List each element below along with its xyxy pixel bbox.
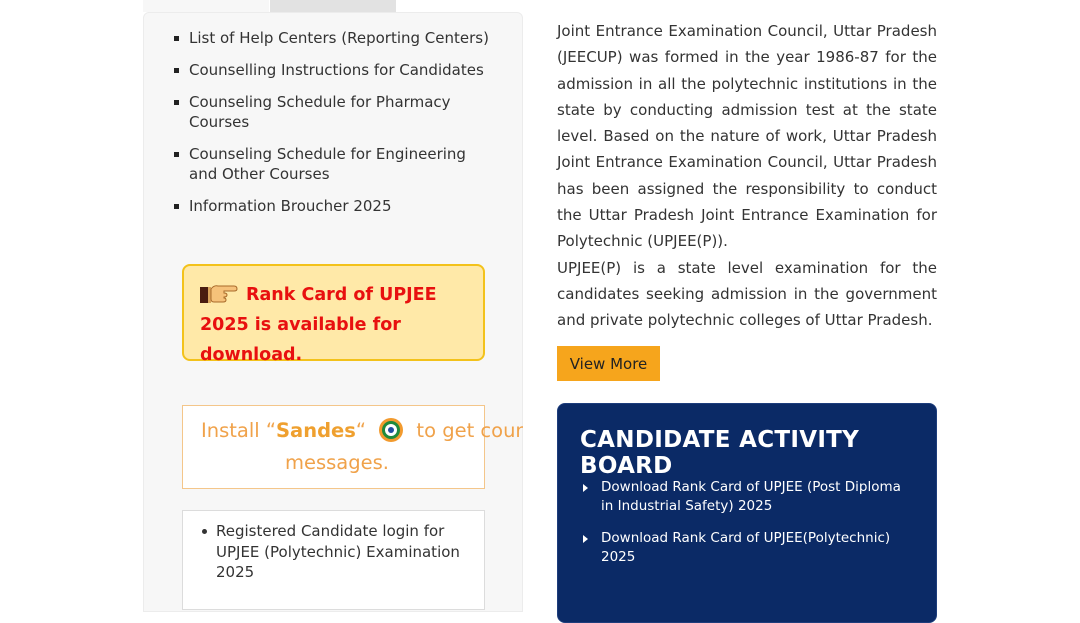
board-list: Download Rank Card of UPJEE (Post Diplom… bbox=[580, 478, 910, 580]
tab-left[interactable] bbox=[143, 0, 269, 12]
sandes-promo-clip: Install “Sandes“ to get counselli messag… bbox=[182, 400, 523, 500]
triangle-bullet-icon bbox=[583, 484, 588, 492]
about-section: Joint Entrance Examination Council, Utta… bbox=[557, 18, 937, 334]
view-more-button[interactable]: View More bbox=[557, 346, 660, 381]
candidate-activity-board: CANDIDATE ACTIVITY BOARD Download Rank C… bbox=[557, 403, 937, 623]
rank-card-notice[interactable]: Rank Card of UPJEE 2025 is available for… bbox=[182, 264, 485, 365]
about-paragraph-2: UPJEE(P) is a state level examination fo… bbox=[557, 258, 937, 330]
list-item[interactable]: Download Rank Card of UPJEE(Polytechnic)… bbox=[580, 529, 910, 567]
pointing-hand-icon bbox=[200, 285, 238, 303]
list-item[interactable]: Counseling Schedule for Pharmacy Courses bbox=[170, 92, 490, 132]
square-bullet-icon bbox=[174, 36, 179, 41]
square-bullet-icon bbox=[174, 204, 179, 209]
info-link-list: List of Help Centers (Reporting Centers)… bbox=[170, 28, 490, 228]
list-item[interactable]: Counselling Instructions for Candidates bbox=[170, 60, 490, 80]
dot-bullet-icon bbox=[202, 529, 207, 534]
list-item[interactable]: Download Rank Card of UPJEE (Post Diplom… bbox=[580, 478, 910, 516]
list-item[interactable]: Registered Candidate login for UPJEE (Po… bbox=[200, 521, 470, 583]
list-item[interactable]: List of Help Centers (Reporting Centers) bbox=[170, 28, 490, 48]
board-title: CANDIDATE ACTIVITY BOARD bbox=[580, 427, 860, 479]
square-bullet-icon bbox=[174, 152, 179, 157]
square-bullet-icon bbox=[174, 100, 179, 105]
tab-strip bbox=[143, 0, 523, 12]
sandes-promo-line2: messages. bbox=[285, 451, 389, 474]
sandes-logo-icon bbox=[379, 418, 404, 442]
tab-active[interactable] bbox=[270, 0, 396, 12]
about-paragraph-1: Joint Entrance Examination Council, Utta… bbox=[557, 22, 937, 251]
list-item[interactable]: Counseling Schedule for Engineering and … bbox=[170, 144, 490, 184]
triangle-bullet-icon bbox=[583, 535, 588, 543]
sandes-promo-line1[interactable]: Install “Sandes“ to get counselli bbox=[201, 414, 523, 448]
list-item[interactable]: Information Broucher 2025 bbox=[170, 196, 490, 216]
login-link-list: Registered Candidate login for UPJEE (Po… bbox=[200, 521, 470, 583]
square-bullet-icon bbox=[174, 68, 179, 73]
